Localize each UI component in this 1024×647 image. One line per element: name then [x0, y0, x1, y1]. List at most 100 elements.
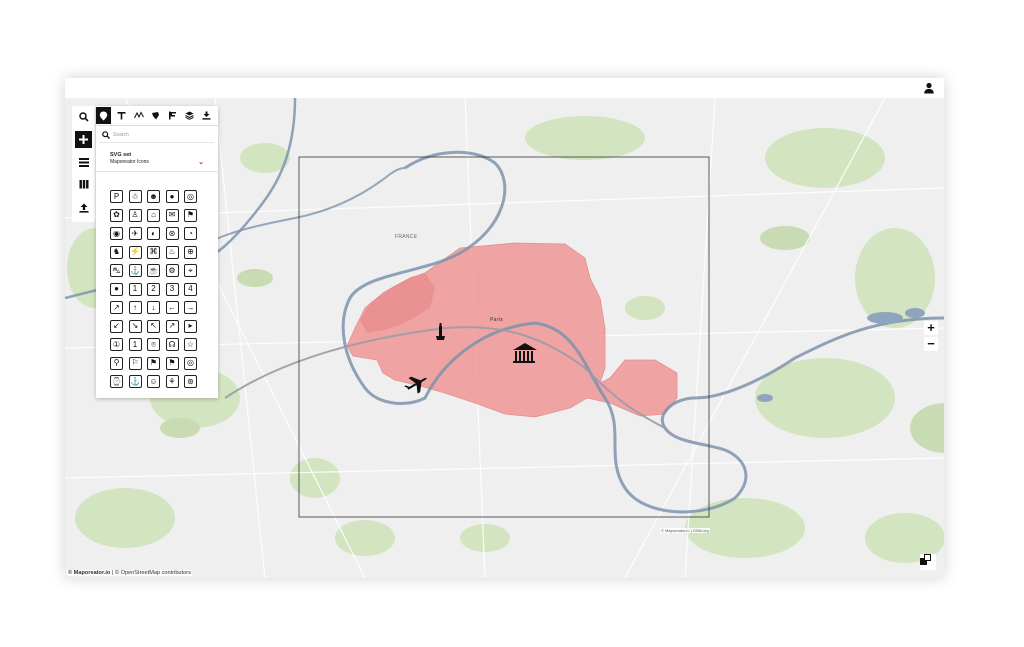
icon-glyph: ⌂ — [151, 210, 156, 219]
icon-grid-cell[interactable]: ● — [110, 282, 123, 296]
icon-grid-cell[interactable]: ⌚ — [110, 375, 123, 388]
svg-set-value: Maporeator Icons — [110, 159, 149, 165]
icon-grid-cell[interactable]: ⚐ — [128, 356, 142, 370]
icon-glyph: ✉ — [168, 210, 176, 219]
icon-grid-cell[interactable]: ⚑ — [184, 208, 197, 222]
map-attribution: © Maporeator.io | © OpenStreetMap contri… — [67, 570, 192, 576]
icon-grid-cell[interactable]: ↓ — [147, 301, 160, 314]
icon-grid-cell[interactable]: P — [110, 190, 123, 203]
icon-grid-cell[interactable]: ⚓ — [128, 375, 142, 388]
icon-glyph: ◉ — [113, 228, 120, 238]
icon-grid-cell[interactable]: ⊛ — [165, 227, 179, 240]
tab-download[interactable] — [199, 107, 214, 124]
icon-glyph: ⌘ — [149, 247, 158, 256]
icon-grid-cell[interactable]: ☊ — [165, 338, 179, 351]
tab-area[interactable] — [148, 107, 163, 124]
zoom-out-button[interactable]: − — [924, 337, 938, 351]
icon-glyph: ☊ — [168, 339, 176, 349]
plus-icon — [79, 135, 88, 144]
icon-grid-cell[interactable]: ↑ — [128, 301, 142, 314]
attribution-osm[interactable]: | © OpenStreetMap contributors — [110, 570, 191, 576]
attribution-brand[interactable]: © Maporeator.io — [68, 570, 110, 576]
icon-grid-cell[interactable]: ▸ — [184, 319, 197, 333]
export-button[interactable] — [75, 199, 92, 216]
icon-glyph: ♞ — [112, 247, 121, 256]
icon-grid-cell[interactable]: ● — [165, 190, 179, 203]
icon-grid-cell[interactable]: ♙ — [128, 208, 142, 222]
icon-glyph: ♙ — [131, 210, 139, 219]
add-button[interactable] — [75, 131, 92, 148]
icon-grid-cell[interactable]: ← — [165, 301, 179, 314]
icon-search-input[interactable] — [113, 129, 209, 140]
library-button[interactable] — [75, 175, 92, 192]
icon-grid-cell[interactable]: ✉ — [165, 208, 179, 222]
icon-grid-cell[interactable]: ✈ — [128, 227, 142, 240]
icon-grid-cell[interactable]: 2 — [147, 282, 160, 296]
icon-glyph: ⊕ — [187, 247, 194, 256]
text-icon — [117, 112, 126, 120]
icon-glyph: ① — [112, 339, 121, 349]
icon-glyph: ⚓ — [130, 265, 140, 275]
tab-text[interactable] — [114, 107, 129, 124]
user-account-icon[interactable] — [922, 81, 936, 95]
icon-grid-cell[interactable]: ⚡ — [128, 245, 142, 259]
icon-grid-cell[interactable]: ☆ — [184, 338, 197, 351]
icon-grid-cell[interactable]: ⚑ — [165, 356, 179, 370]
search-button[interactable] — [75, 108, 92, 125]
icon-glyph: ⚲ — [113, 358, 120, 367]
icon-grid-cell[interactable]: ① — [110, 338, 123, 351]
icon-grid-cell[interactable]: ⌂ — [147, 208, 160, 222]
svg-set-dropdown[interactable]: Maporeator Icons ⌄ — [110, 159, 204, 169]
icon-grid-cell[interactable]: ◎ — [184, 356, 197, 370]
icon-grid-cell[interactable]: ⊛ — [184, 375, 197, 388]
icon-glyph: ✿ — [113, 210, 120, 219]
icon-grid-cell[interactable]: ⌾ — [147, 338, 160, 351]
icon-grid-cell[interactable]: ⚙ — [165, 264, 179, 277]
icon-grid-cell[interactable]: ⚲ — [110, 356, 123, 370]
icon-grid-cell[interactable]: ♨ — [165, 245, 179, 259]
icon-grid-cell[interactable]: → — [184, 301, 197, 314]
icon-grid-cell[interactable]: ⛍ — [110, 264, 123, 277]
icon-grid-cell[interactable]: ⊕ — [184, 245, 197, 259]
icon-grid-cell[interactable]: ◎ — [184, 190, 197, 203]
icon-grid-cell[interactable]: ↖ — [147, 319, 160, 333]
icon-grid-cell[interactable]: ↘ — [128, 319, 142, 333]
icon-grid-cell[interactable]: ⚘ — [165, 375, 179, 388]
tab-flag[interactable] — [165, 107, 180, 124]
icon-grid-cell[interactable]: ◔ — [184, 227, 197, 240]
icon-glyph: ▸ — [188, 321, 193, 330]
fullscreen-toggle-button[interactable] — [920, 554, 936, 570]
icon-grid-cell[interactable]: ◐ — [147, 227, 160, 240]
icon-grid-cell[interactable]: ☕ — [147, 264, 160, 277]
icon-grid-cell[interactable]: ⚓ — [128, 264, 142, 277]
icon-grid-cell[interactable]: ♞ — [110, 245, 123, 259]
icon-glyph: ◎ — [187, 191, 194, 201]
icon-glyph: → — [186, 302, 195, 312]
zoom-in-button[interactable]: + — [924, 321, 938, 335]
icon-grid-cell[interactable]: ☺ — [147, 375, 160, 388]
icon-grid-cell[interactable]: ◉ — [110, 227, 123, 240]
layers-list-button[interactable] — [75, 153, 92, 170]
tab-line[interactable] — [131, 107, 146, 124]
icon-grid-cell[interactable]: ⌘ — [147, 245, 160, 259]
icon-glyph: ↑ — [133, 302, 137, 312]
tab-marker[interactable] — [96, 107, 111, 124]
icon-grid-cell[interactable]: ↗ — [165, 319, 179, 333]
icon-grid-cell[interactable]: 1 — [128, 338, 142, 351]
icon-grid-cell[interactable]: 3 — [165, 282, 179, 296]
icon-grid-cell[interactable]: 1 — [128, 282, 142, 296]
tab-layers[interactable] — [182, 107, 197, 124]
icon-grid-cell[interactable]: ✿ — [110, 208, 123, 222]
icon-grid-cell[interactable]: ⌖ — [184, 264, 197, 277]
icon-grid-cell[interactable]: ↙ — [110, 319, 123, 333]
area-icon — [152, 112, 159, 120]
icon-grid-cell[interactable]: ☻ — [147, 190, 160, 203]
icon-grid-cell[interactable]: ☃ — [128, 190, 142, 203]
icon-grid-cell[interactable]: ⚑ — [147, 356, 160, 370]
flag-icon — [169, 111, 176, 120]
icon-grid-cell[interactable]: 4 — [184, 282, 197, 296]
icon-grid-cell[interactable]: ↗ — [110, 301, 123, 314]
marker-icon — [99, 111, 108, 120]
icon-glyph: 3 — [169, 284, 175, 293]
icon-glyph: ◎ — [187, 358, 194, 367]
